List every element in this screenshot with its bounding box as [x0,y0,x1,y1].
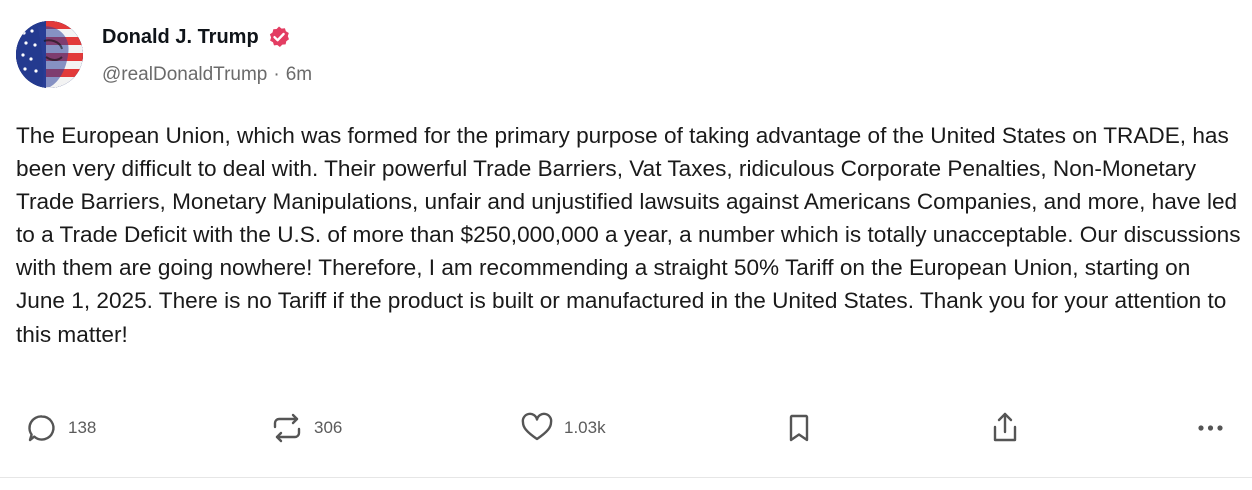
verified-badge-icon [267,25,291,49]
retruth-icon [273,413,301,443]
retruth-button[interactable]: 306 [270,406,342,450]
share-icon [993,412,1017,442]
bottom-divider [0,477,1252,478]
more-icon [1198,425,1223,431]
avatar[interactable] [16,21,83,88]
share-button[interactable] [988,406,1022,450]
post-text: The European Union, which was formed for… [16,123,1241,347]
more-options-button[interactable] [1194,406,1228,450]
retruth-count: 306 [314,418,343,437]
post-time[interactable]: 6m [286,64,312,86]
heart-icon [521,412,553,441]
reply-icon [28,415,55,442]
like-count: 1.03k [564,418,606,437]
like-button[interactable]: 1.03k [520,406,606,450]
reply-button[interactable]: 138 [26,406,96,450]
author-name[interactable]: Donald J. Trump [102,26,259,49]
bookmark-button[interactable] [784,406,814,450]
avatar-image [16,21,83,88]
post-actions-bar: 138 306 1.03k [0,406,1252,450]
meta-separator: · [273,64,280,85]
author-handle[interactable]: @realDonaldTrump [102,64,267,86]
reply-count: 138 [68,418,97,437]
bookmark-icon [789,414,809,442]
